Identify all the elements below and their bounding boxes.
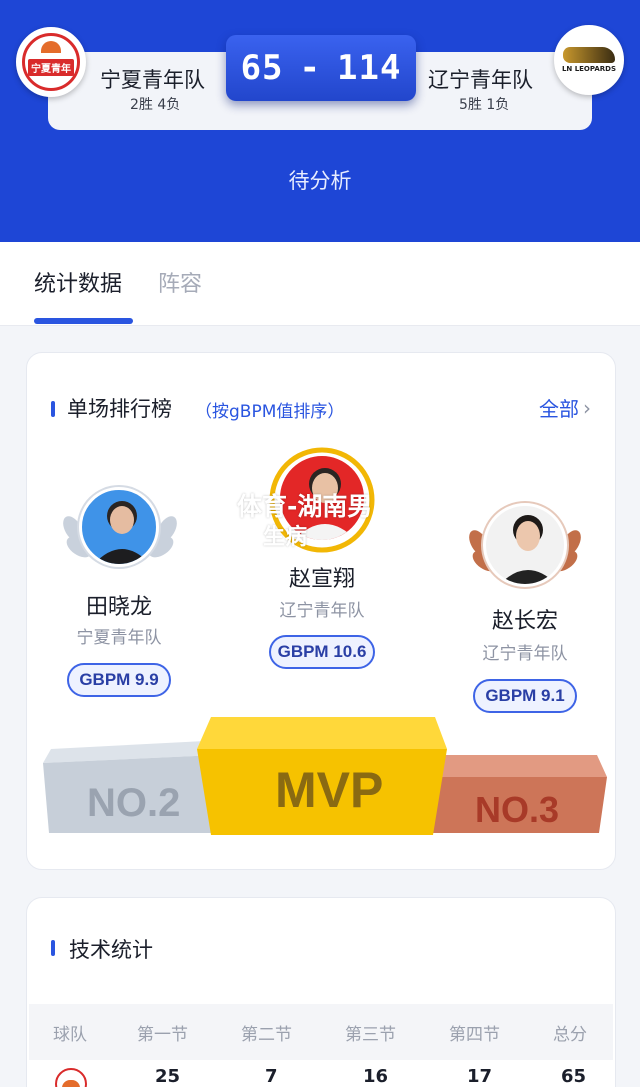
away-team-name[interactable]: 辽宁青年队 — [428, 64, 533, 94]
mvp-podium-top — [197, 717, 447, 749]
ningxia-logo-icon — [55, 1068, 87, 1087]
gbpm-badge: GBPM 9.1 — [473, 679, 577, 713]
watermark-overlay-text: 体育-湖南男 — [237, 492, 373, 521]
score-box: 65 - 114 — [226, 35, 416, 101]
tech-stats-card: 技术统计 球队 第一节 第二节 第三节 第四节 总分 25 7 16 17 65 — [26, 897, 616, 1087]
match-status: 待分析 — [288, 169, 352, 193]
watermark-overlay-text-2: 生病 — [263, 525, 308, 550]
cell-total: 65 — [561, 1066, 587, 1087]
stats-table-header — [29, 1004, 613, 1060]
home-team-name[interactable]: 宁夏青年队 — [100, 64, 205, 94]
person-silhouette-icon — [94, 501, 150, 564]
rank-label-mvp: MVP — [275, 762, 384, 818]
col-q2: 第二节 — [241, 1025, 292, 1045]
gbpm-badge: GBPM 9.9 — [67, 663, 171, 697]
home-score: 65 — [240, 48, 284, 88]
player-name[interactable]: 赵长宏 — [475, 603, 575, 635]
tab-bar: 统计数据 阵容 — [0, 242, 640, 326]
home-team-logo[interactable]: 宁夏青年 — [16, 27, 86, 97]
tech-stats-title: 技术统计 — [69, 938, 153, 962]
rank-label-no3: NO.3 — [475, 789, 560, 830]
col-total: 总分 — [553, 1025, 587, 1045]
rank-label-no2: NO.2 — [87, 781, 181, 825]
match-header: 宁夏青年 LN LEOPARDS 宁夏青年队 2胜 4负 辽宁青年队 5胜 1负… — [0, 0, 640, 242]
player-team: 辽宁青年队 — [482, 644, 568, 664]
player-avatar[interactable] — [79, 487, 159, 567]
player-name[interactable]: 田晓龙 — [69, 589, 169, 621]
away-team-record: 5胜 1负 — [459, 97, 510, 113]
mvp-player-name[interactable]: 赵宣翔 — [272, 561, 372, 593]
tab-statistics[interactable]: 统计数据 — [34, 266, 122, 298]
player-team: 宁夏青年队 — [76, 628, 162, 648]
leopard-logo-icon: LN LEOPARDS — [558, 40, 620, 80]
ningxia-logo-icon: 宁夏青年 — [22, 33, 80, 91]
active-tab-indicator — [34, 318, 133, 324]
leaderboard-card: 单场排行榜 （按gBPM值排序） 全部 › NO.2 MVP NO.3 田晓龙 … — [26, 352, 616, 870]
cell-q2: 7 — [265, 1066, 278, 1087]
cell-q1: 25 — [155, 1066, 181, 1087]
mvp-gbpm-badge: GBPM 10.6 — [269, 635, 375, 669]
person-silhouette-icon — [500, 515, 556, 584]
bronze-podium-top — [427, 755, 607, 777]
tab-lineup[interactable]: 阵容 — [158, 266, 202, 298]
score-separator: - — [299, 48, 321, 88]
col-team: 球队 — [53, 1025, 87, 1045]
col-q1: 第一节 — [137, 1025, 188, 1045]
away-team-logo[interactable]: LN LEOPARDS — [554, 25, 624, 95]
away-score: 114 — [337, 48, 402, 88]
col-q3: 第三节 — [345, 1025, 396, 1045]
col-q4: 第四节 — [449, 1025, 500, 1045]
cell-q4: 17 — [467, 1066, 493, 1087]
cell-q3: 16 — [363, 1066, 389, 1087]
home-team-record: 2胜 4负 — [130, 97, 181, 113]
player-avatar[interactable] — [483, 503, 567, 587]
mvp-player-team: 辽宁青年队 — [279, 601, 365, 621]
section-marker — [51, 940, 55, 956]
